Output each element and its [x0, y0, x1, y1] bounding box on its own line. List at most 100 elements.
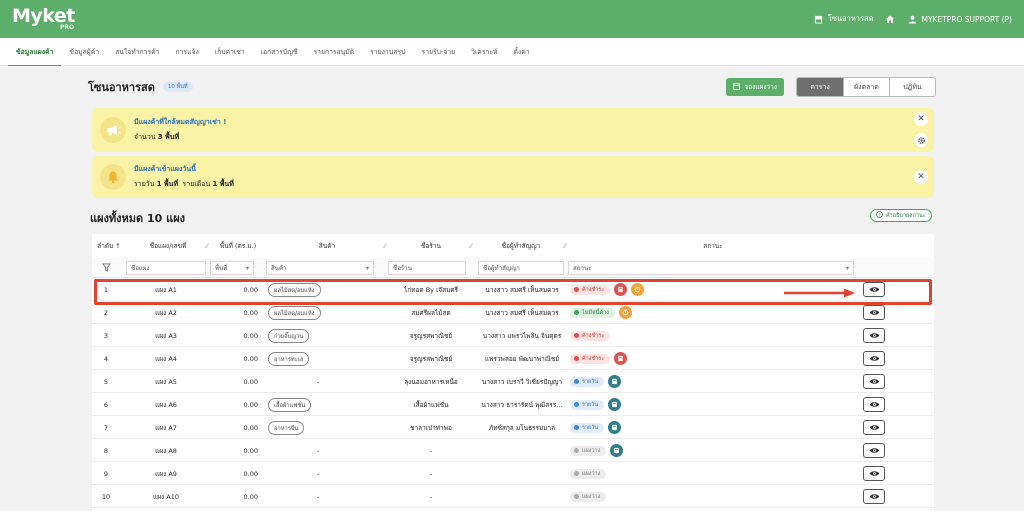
cell-no: 6 [103, 400, 109, 409]
nav-item-9[interactable]: วิเคราะห์ [463, 38, 505, 66]
megaphone-icon [100, 117, 126, 143]
filter-status[interactable]: สถานะ ▾ [568, 261, 854, 275]
status-badge: ค้างชำระ [570, 284, 611, 295]
cell-contract: นางสาว เบราวี วิเชียรปัญญา [481, 377, 563, 386]
area-count-badge: 10 พื้นที่ [162, 82, 193, 92]
nav-item-6[interactable]: รายการอนุมัติ [306, 38, 363, 66]
cell-stall-name: แผง A9 [155, 469, 177, 478]
view-button[interactable] [863, 489, 885, 504]
nav-item-7[interactable]: รายงานสรุป [362, 38, 413, 66]
invoice-icon[interactable] [614, 283, 628, 296]
cell-no: 4 [103, 354, 109, 363]
nav-item-4[interactable]: เก็บค่าเช่า [207, 38, 253, 66]
stalls-section-title: แผงทั้งหมด 10 แผง [90, 212, 186, 225]
cell-shop: - [429, 446, 433, 455]
header-product[interactable]: สินค้า ⁄⁄ [266, 234, 388, 258]
gear-icon[interactable] [914, 133, 928, 147]
home-icon[interactable] [885, 14, 895, 24]
view-table-button[interactable]: ตาราง [797, 78, 843, 96]
nav-item-2[interactable]: สนใจทำการค้า [107, 38, 167, 66]
nav-item-10[interactable]: ตั้งค่า [505, 38, 537, 66]
cell-no: 5 [103, 377, 109, 386]
close-icon[interactable]: ✕ [914, 170, 928, 184]
view-button[interactable] [863, 397, 885, 412]
view-switcher: ตาราง ผังตลาด ปฏิทิน [796, 77, 936, 97]
filter-contract[interactable]: ชื่อผู้ทำสัญญา [478, 261, 564, 275]
status-dot [574, 356, 579, 361]
nav-item-3[interactable]: การแจ้ง [168, 38, 207, 66]
cell-contract: นางสาว สมศรี เห็นสมควร [485, 285, 559, 294]
view-button[interactable] [863, 305, 885, 320]
filter-product[interactable]: สินค้า ▾ [266, 261, 374, 275]
receipt-icon[interactable] [608, 398, 622, 411]
eye-icon [869, 471, 879, 476]
header-stall-name[interactable]: ชื่อแผง/เลขที่ ⁄⁄ [126, 234, 210, 258]
cell-stall-name: แผง A4 [155, 354, 177, 363]
filter-area[interactable]: พื้นที่ ▾ [210, 261, 254, 275]
nav-item-1[interactable]: ข้อมูลผู้ค้า [61, 38, 107, 66]
status-badge: รายวัน [570, 376, 605, 387]
table-row[interactable]: 10 แผง A10 0.00 - - แผงว่าง [92, 485, 934, 508]
eye-icon [869, 333, 879, 338]
view-button[interactable] [863, 466, 885, 481]
table-row[interactable]: 9 แผง A9 0.00 - - แผงว่าง [92, 462, 934, 485]
product-cell: - [316, 377, 320, 386]
view-calendar-button[interactable]: ปฏิทิน [889, 78, 935, 96]
cell-shop: - [429, 492, 433, 501]
table-row[interactable]: 4 แผง A4 0.00 อาหารทะเล จรูญรสพาณิชย์ แพ… [92, 347, 934, 370]
view-map-button[interactable]: ผังตลาด [843, 78, 889, 96]
table-row[interactable]: 8 แผง A8 0.00 - - แผงว่าง [92, 439, 934, 462]
header-area[interactable]: พื้นที่ (ตร.ม.) [210, 234, 266, 258]
move-in-today-alert: มีแผงค้าเข้าแผงวันนี้ รายวัน 1 พื้นที่ ร… [92, 156, 934, 198]
market-selector[interactable]: โซนอาหารสด [814, 13, 873, 25]
table-row[interactable]: 5 แผง A5 0.00 - ลุงนอมอาหารเหนือ นางสาว … [92, 370, 934, 393]
eye-icon [869, 425, 879, 430]
status-badge: แผงว่าง [570, 445, 607, 456]
view-button[interactable] [863, 282, 885, 297]
view-button[interactable] [863, 328, 885, 343]
view-button[interactable] [863, 351, 885, 366]
user-menu[interactable]: MYKETPRO SUPPORT (P) [907, 14, 1012, 24]
receipt-icon[interactable] [608, 421, 622, 434]
invoice-icon[interactable] [614, 352, 628, 365]
receipt-icon[interactable] [610, 444, 624, 457]
close-icon[interactable]: ✕ [914, 112, 928, 126]
eye-icon [869, 287, 879, 292]
nav-item-0[interactable]: ข้อมูลแผงค้า [8, 38, 62, 67]
contract-expiry-alert: มีแผงค้าที่ใกล้หมดสัญญาเช่า ! จำนวน 3 พื… [92, 108, 934, 152]
eye-icon [869, 356, 879, 361]
cell-no: 10 [101, 492, 111, 501]
receipt-icon[interactable] [608, 375, 622, 388]
view-button[interactable] [863, 420, 885, 435]
header-contract[interactable]: ชื่อผู้ทำสัญญา ⁄⁄ [474, 234, 568, 258]
app-logo[interactable]: Myket PRO [12, 0, 82, 38]
table-row[interactable]: 3 แผง A3 0.00 ก๋วยจั๊บญวน จรูญรสพาณิชย์ … [92, 324, 934, 347]
filter-row: ชื่อแผง พื้นที่ ▾ สินค้า ▾ ชื่อร้าน ชื่อผู… [92, 258, 934, 278]
table-row[interactable]: 2 แผง A2 0.00 ผลไม้สด/อบแห้ง สมศรีผลไม้ส… [92, 301, 934, 324]
clock-icon[interactable] [631, 283, 645, 296]
book-vacant-stall-button[interactable]: จองแผงว่าง [726, 78, 784, 96]
alert-title: มีแผงค้าเข้าแผงวันนี้ [134, 165, 196, 173]
table-row[interactable]: 6 แผง A6 0.00 เสื้อผ้าแฟชั่น เสื้อผ้าแฟช… [92, 393, 934, 416]
nav-item-5[interactable]: เอกสารบัญชี [253, 38, 306, 66]
nav-item-8[interactable]: รายรับ-จ่าย [414, 38, 464, 66]
eye-icon [869, 448, 879, 453]
cell-area: 0.00 [243, 354, 258, 363]
view-button[interactable] [863, 443, 885, 458]
status-legend-button[interactable]: ? คำอธิบายสถานะ [870, 209, 932, 222]
status-dot [574, 333, 579, 338]
cell-no: 2 [103, 308, 109, 317]
product-cell: - [316, 492, 320, 501]
filter-shop[interactable]: ชื่อร้าน [388, 261, 466, 275]
filter-stall-name[interactable]: ชื่อแผง [126, 261, 206, 275]
user-icon [907, 14, 917, 24]
cell-contract: นางสาว แพรวไพลิน จินตุตร [482, 331, 562, 340]
clock-icon[interactable] [618, 306, 632, 319]
filter-icon[interactable] [102, 263, 111, 274]
table-row[interactable]: 7 แผง A7 0.00 อาหารจีน ชาลาเปาท่าพอ ภัทซ… [92, 416, 934, 439]
view-button[interactable] [863, 374, 885, 389]
header-no[interactable]: ลำดับ ↑ [92, 234, 126, 258]
header-shop[interactable]: ชื่อร้าน ⁄⁄ [388, 234, 474, 258]
cell-stall-name: แผง A6 [155, 400, 177, 409]
header-status[interactable]: สถานะ [568, 234, 858, 258]
